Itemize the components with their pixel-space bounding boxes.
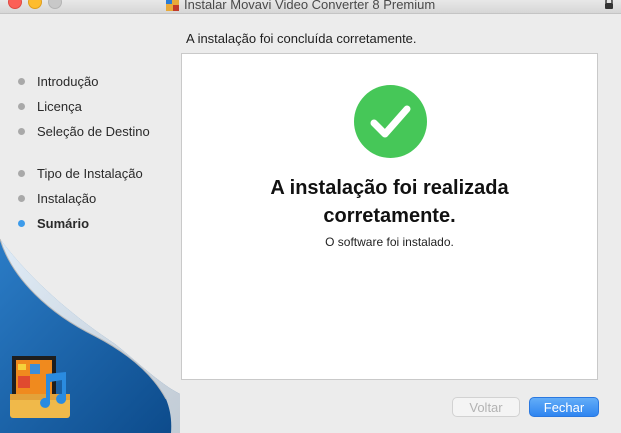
back-button[interactable]: Voltar: [452, 397, 520, 417]
minimize-window-button[interactable]: [28, 0, 42, 9]
zoom-window-button: [48, 0, 62, 9]
success-subtitle: O software foi instalado.: [325, 235, 454, 249]
step-label: Instalação: [37, 191, 97, 206]
step-bullet-active: [18, 220, 25, 227]
page-header: A instalação foi concluída corretamente.: [186, 31, 417, 46]
success-title-line2: corretamente.: [323, 205, 456, 227]
step-selecao-destino: Seleção de Destino: [18, 124, 150, 139]
step-label: Introdução: [37, 74, 99, 89]
step-introducao: Introdução: [18, 74, 98, 89]
step-label: Tipo de Instalação: [37, 166, 143, 181]
step-bullet: [18, 128, 25, 135]
package-icon: [166, 0, 179, 11]
success-badge: [354, 85, 427, 158]
step-label: Seleção de Destino: [37, 124, 150, 139]
window-title: Instalar Movavi Video Converter 8 Premiu…: [184, 0, 436, 12]
step-bullet: [18, 78, 25, 85]
step-bullet: [18, 170, 25, 177]
content-panel: A instalação foi realizada corretamente.…: [181, 53, 598, 380]
close-button[interactable]: Fechar: [529, 397, 599, 417]
step-bullet: [18, 103, 25, 110]
success-title-line1: A instalação foi realizada: [270, 177, 509, 199]
lock-icon: [605, 0, 613, 9]
window-title-group: Instalar Movavi Video Converter 8 Premiu…: [166, 0, 435, 12]
step-licenca: Licença: [18, 99, 82, 114]
step-bullet: [18, 195, 25, 202]
step-tipo-instalacao: Tipo de Instalação: [18, 166, 143, 181]
step-instalacao: Instalação: [18, 191, 96, 206]
step-label: Licença: [37, 99, 82, 114]
success-title: A instalação foi realizada corretamente.: [182, 174, 597, 230]
step-sumario: Sumário: [18, 216, 89, 231]
close-window-button[interactable]: [8, 0, 22, 9]
step-label: Sumário: [37, 216, 90, 231]
checkmark-icon: [370, 105, 411, 138]
title-bar: Instalar Movavi Video Converter 8 Premiu…: [0, 0, 621, 14]
movavi-app-icon: [10, 356, 70, 418]
